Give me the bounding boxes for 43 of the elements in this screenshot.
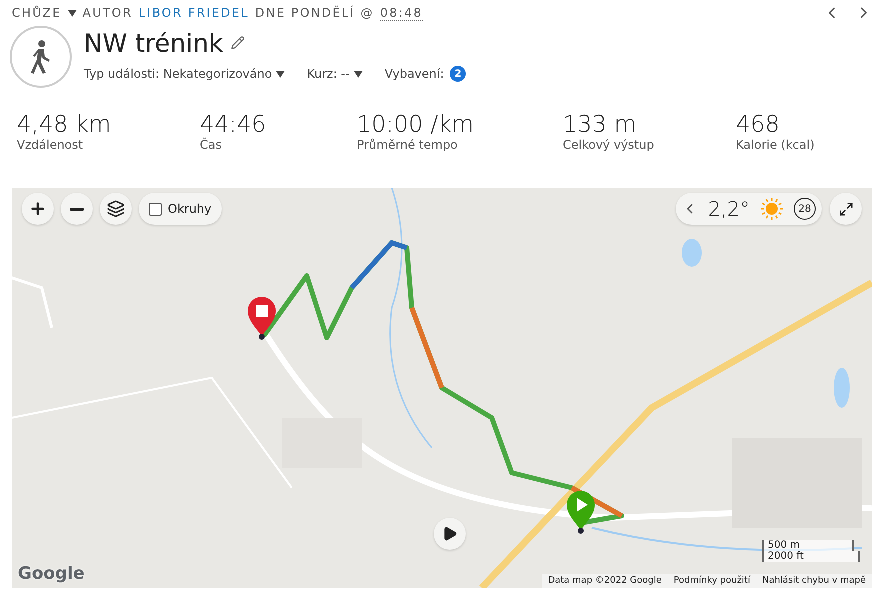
plus-icon xyxy=(29,200,47,218)
count-badge[interactable]: 2 xyxy=(450,66,466,82)
play-icon xyxy=(442,526,458,542)
equipment-label: Vybavení: xyxy=(384,67,444,81)
author-link[interactable]: LIBOR FRIEDEL xyxy=(138,6,250,20)
caret-icon xyxy=(276,70,286,78)
finish-marker-icon xyxy=(246,296,278,340)
minus-icon xyxy=(70,208,84,210)
stat-value: 133 m xyxy=(563,112,638,138)
map-footer-link[interactable]: Podmínky použití xyxy=(668,574,756,588)
stat-value: 10:00 /km xyxy=(357,112,476,138)
expand-icon xyxy=(838,202,854,216)
activity-time: 08:48 xyxy=(380,6,423,20)
meta-dropdown[interactable]: Kurz: -- xyxy=(307,67,363,81)
stat-label: Kalorie (kcal) xyxy=(736,138,816,152)
map-footer-link[interactable]: Data map ©2022 Google xyxy=(542,574,668,588)
activity-type: CHŮZE xyxy=(12,6,62,20)
map-footer-link[interactable]: Nahlásit chybu v mapě xyxy=(756,574,872,588)
stat-value: 468 xyxy=(736,112,781,138)
edit-icon[interactable] xyxy=(231,36,246,50)
stat-label: Vzdálenost xyxy=(17,138,84,152)
temperature: 2,2° xyxy=(708,197,750,221)
stat-label: Průměrné tempo xyxy=(357,138,459,152)
stat-label: Celkový výstup xyxy=(563,138,656,152)
start-marker-icon xyxy=(565,490,597,534)
stat-label: Čas xyxy=(200,138,223,152)
scale-label: 2000 ft xyxy=(762,551,860,562)
author-prefix: AUTOR xyxy=(82,6,133,20)
caret-icon xyxy=(354,70,363,78)
scale-label: 500 m xyxy=(762,540,854,551)
activity-title: NW trénink xyxy=(84,28,224,58)
laps-checkbox[interactable]: Okruhy xyxy=(139,193,222,225)
meta-dropdown[interactable]: Typ události: Nekategorizováno xyxy=(84,67,286,81)
walking-person-icon xyxy=(10,26,72,88)
stat-value: 44:46 xyxy=(200,112,268,138)
date-text: DNE PONDĚLÍ @ xyxy=(255,6,374,20)
map-logo: Google xyxy=(18,564,85,584)
map[interactable]: Okruhy 2,2° 28 Google 500 m 2000 ft Data map ©2022 Google Podmínky použití Nahlásit chybu v mapě xyxy=(12,188,872,588)
sun-icon xyxy=(760,197,784,221)
layers-icon xyxy=(107,200,125,218)
stat-value: 4,48 km xyxy=(17,112,112,138)
caret-icon xyxy=(68,10,77,16)
wind-speed: 28 xyxy=(794,198,816,220)
